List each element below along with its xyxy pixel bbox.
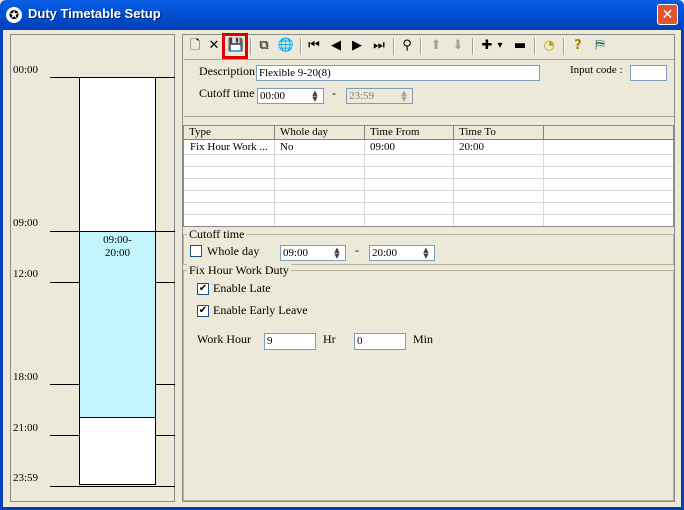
cutoff-time-label: Cutoff time <box>199 86 255 100</box>
input-code-label: Input code : <box>570 64 623 76</box>
description-label: Description <box>199 64 255 78</box>
cutoff-group-to-input[interactable]: 20:00 ▲ ▼ <box>369 245 435 261</box>
new-icon[interactable]: 🗋 <box>186 37 204 55</box>
exit-icon[interactable]: ⛿ <box>591 37 609 55</box>
cell-whole-day: No <box>280 141 294 153</box>
timeline-label: 00:00 <box>13 64 39 76</box>
close-button[interactable]: ✕ <box>657 4 678 25</box>
whole-day-checkbox[interactable] <box>190 245 202 257</box>
cutoff-from-input[interactable]: 00:00 ▲ ▼ <box>257 88 324 104</box>
cutoff-group-dash: - <box>355 243 359 257</box>
cutoff-dash: - <box>332 86 336 100</box>
find-icon[interactable]: ⚲ <box>398 37 416 55</box>
timeline-label: 18:00 <box>13 371 39 383</box>
globe-icon[interactable]: 🌐 <box>277 37 295 55</box>
enable-early-leave-label: Enable Early Leave <box>213 303 308 317</box>
cutoff-group-to-value: 20:00 <box>372 247 398 259</box>
cutoff-group-from-value: 09:00 <box>283 247 309 259</box>
chevron-down-icon[interactable]: ▾ <box>495 37 505 55</box>
duty-segment[interactable]: 09:00- 20:00 <box>79 231 156 418</box>
duty-grid[interactable]: Type Whole day Time From Time To Fix Hou… <box>183 125 674 227</box>
cutoff-to-value: 23:59 <box>349 90 375 102</box>
hr-label: Hr <box>323 332 336 346</box>
spinner-icon[interactable]: ▲ ▼ <box>397 90 411 103</box>
description-input[interactable]: Flexible 9-20(8) <box>256 65 540 81</box>
move-down-icon[interactable]: ⬇ <box>449 37 467 55</box>
form-divider <box>184 116 674 117</box>
copy-icon[interactable]: ⧉ <box>255 37 273 55</box>
cutoff-group-from-input[interactable]: 09:00 ▲ ▼ <box>280 245 346 261</box>
toolbar-divider <box>184 59 674 60</box>
cutoff-from-value: 00:00 <box>260 90 286 102</box>
grid-header-type[interactable]: Type <box>184 126 275 140</box>
cutoff-to-input[interactable]: 23:59 ▲ ▼ <box>346 88 413 104</box>
add-icon[interactable]: ✚ <box>478 37 496 55</box>
delete-icon[interactable]: ✕ <box>205 37 223 55</box>
move-up-icon[interactable]: ⬆ <box>427 37 445 55</box>
timeline-tick <box>50 486 175 487</box>
cell-type: Fix Hour Work ... <box>190 141 268 153</box>
last-record-icon[interactable]: ⏭ <box>370 37 388 55</box>
grid-header-time-from[interactable]: Time From <box>365 126 454 140</box>
spinner-icon[interactable]: ▲ ▼ <box>330 247 344 260</box>
work-hour-input[interactable]: 9 <box>264 333 316 350</box>
timeline-label: 21:00 <box>13 422 39 434</box>
prev-record-icon[interactable]: ◀ <box>327 37 345 55</box>
timeline-label: 12:00 <box>13 268 39 280</box>
toolbar: 🗋 ✕ 💾 ⧉ 🌐 ⏮ ◀ ▶ ⏭ ⚲ ⬆ ⬇ ✚ ▾ ▬ ◔ ? ⛿ <box>184 35 672 58</box>
grid-header-empty <box>544 126 673 140</box>
timeline-label: 23:59 <box>13 472 39 484</box>
work-min-input[interactable]: 0 <box>354 333 406 350</box>
first-record-icon[interactable]: ⏮ <box>305 37 323 55</box>
enable-late-checkbox[interactable]: ✔ <box>197 283 209 295</box>
min-label: Min <box>413 332 434 346</box>
window-title: Duty Timetable Setup <box>28 6 161 21</box>
next-record-icon[interactable]: ▶ <box>348 37 366 55</box>
save-highlight <box>222 33 248 59</box>
timeline-label: 09:00 <box>13 217 39 229</box>
grid-header-time-to[interactable]: Time To <box>454 126 544 140</box>
spinner-icon[interactable]: ▲ ▼ <box>419 247 433 260</box>
whole-day-label: Whole day <box>207 244 260 258</box>
app-icon: ✪ <box>6 7 22 23</box>
enable-late-label: Enable Late <box>213 281 271 295</box>
enable-early-leave-checkbox[interactable]: ✔ <box>197 305 209 317</box>
spinner-icon[interactable]: ▲ ▼ <box>308 90 322 103</box>
cell-time-from: 09:00 <box>370 141 396 153</box>
segment-label: 09:00- 20:00 <box>103 234 132 259</box>
cutoff-group-title: Cutoff time <box>187 227 247 242</box>
cell-time-to: 20:00 <box>459 141 485 153</box>
fix-hour-group-title: Fix Hour Work Duty <box>187 263 291 278</box>
remove-icon[interactable]: ▬ <box>511 37 529 55</box>
grid-header-whole-day[interactable]: Whole day <box>275 126 365 140</box>
clock-icon[interactable]: ◔ <box>540 37 558 55</box>
work-hour-label: Work Hour <box>197 332 252 346</box>
help-icon[interactable]: ? <box>569 37 587 55</box>
input-code-field[interactable] <box>630 65 667 81</box>
